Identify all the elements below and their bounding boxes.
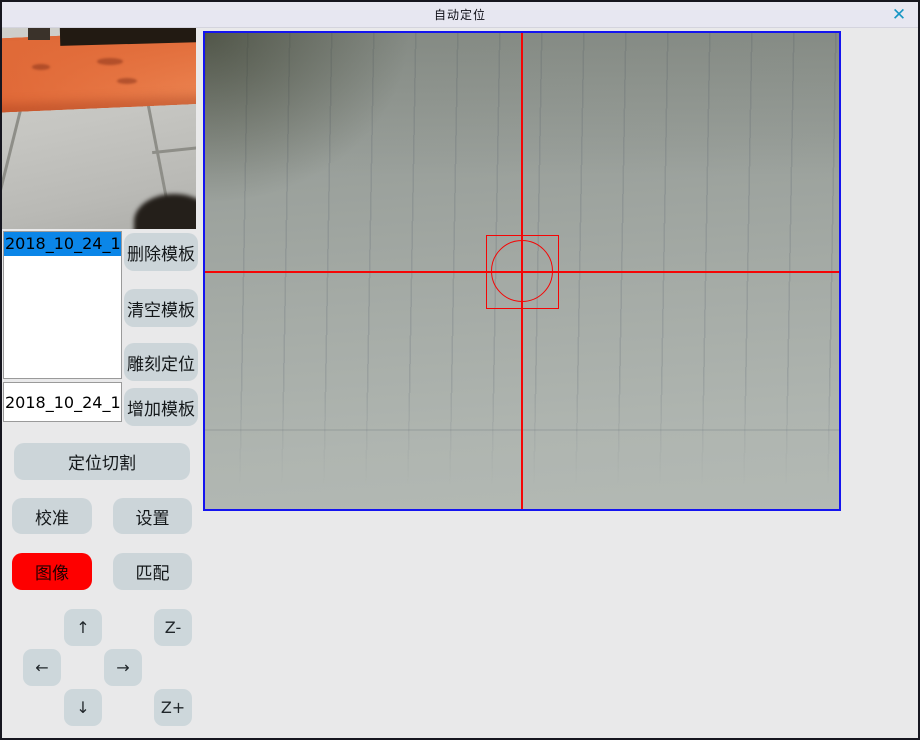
orange-beam-mark xyxy=(117,78,137,84)
template-list[interactable]: 2018_10_24_11 xyxy=(3,231,122,379)
template-list-item[interactable]: 2018_10_24_11 xyxy=(4,232,121,256)
dialog-title: 自动定位 xyxy=(434,6,486,23)
camera-live-view xyxy=(203,31,841,511)
jog-right-button[interactable]: → xyxy=(104,649,142,686)
dark-object-chip xyxy=(28,28,50,40)
add-template-button[interactable]: 增加模板 xyxy=(124,388,198,426)
match-button[interactable]: 匹配 xyxy=(113,553,192,590)
template-thumbnail-preview xyxy=(2,28,196,229)
orange-beam-mark xyxy=(97,58,123,65)
tile-grout-line xyxy=(152,145,196,154)
orange-beam-mark xyxy=(32,64,50,70)
dark-object-bottom xyxy=(134,194,196,229)
position-cut-button[interactable]: 定位切割 xyxy=(14,443,190,480)
template-name-input[interactable] xyxy=(3,382,122,422)
jog-left-button[interactable]: ← xyxy=(23,649,61,686)
close-icon[interactable]: ✕ xyxy=(886,3,912,27)
tile-grout-line xyxy=(2,98,25,229)
delete-template-button[interactable]: 删除模板 xyxy=(124,233,198,271)
title-bar: 自动定位 ✕ xyxy=(2,2,918,28)
roi-circle-overlay xyxy=(491,240,553,302)
jog-z-minus-button[interactable]: Z- xyxy=(154,609,192,646)
calibrate-button[interactable]: 校准 xyxy=(12,498,92,534)
engrave-position-button[interactable]: 雕刻定位 xyxy=(124,343,198,381)
jog-up-button[interactable]: ↑ xyxy=(64,609,102,646)
clear-templates-button[interactable]: 清空模板 xyxy=(124,289,198,327)
jog-down-button[interactable]: ↓ xyxy=(64,689,102,726)
jog-z-plus-button[interactable]: Z+ xyxy=(154,689,192,726)
image-button[interactable]: 图像 xyxy=(12,553,92,590)
settings-button[interactable]: 设置 xyxy=(113,498,192,534)
auto-position-dialog: 自动定位 ✕ 2018_10_24_11 删除模板 清空模板 雕刻定位 增加模板… xyxy=(0,0,920,740)
